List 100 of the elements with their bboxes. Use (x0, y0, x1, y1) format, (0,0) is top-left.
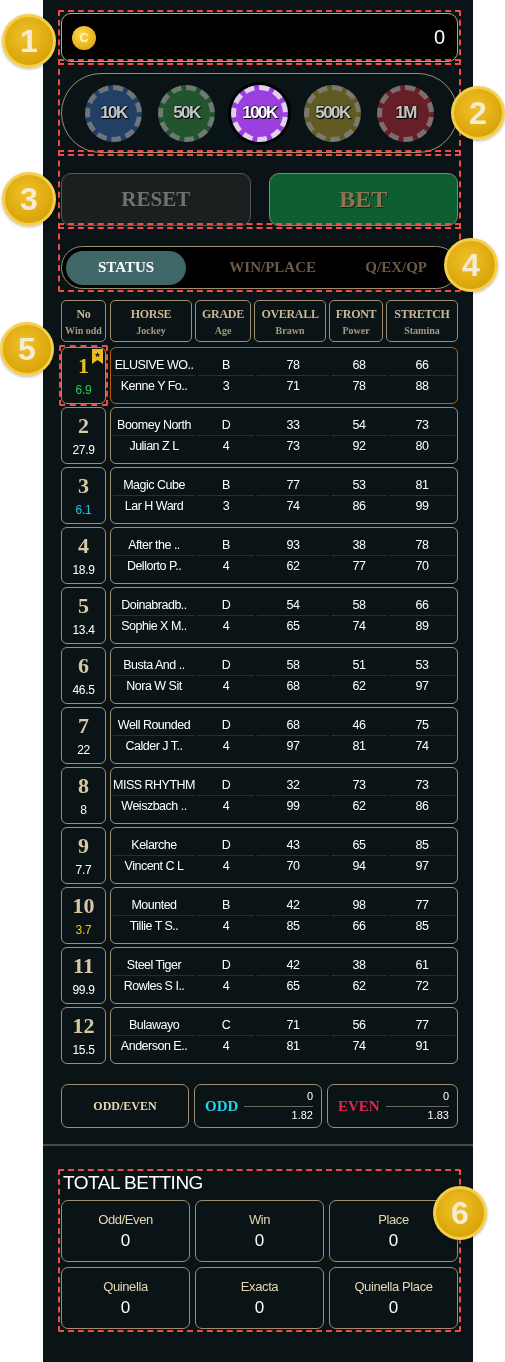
table-cell: 66 (389, 595, 455, 616)
number-cell[interactable]: 2 27.9 (61, 407, 106, 464)
number-cell[interactable]: 1 6.9 (61, 347, 106, 404)
number-cell[interactable]: 11 99.9 (61, 947, 106, 1004)
table-cell: 51 (332, 655, 386, 676)
table-cell: 77 (257, 475, 329, 496)
table-cell-text: 72 (414, 978, 430, 995)
horse-row[interactable]: MISS RHYTHM D 32 73 73 Weiszbach .. 4 99 62 86 (110, 767, 458, 824)
option-label: ODD (205, 1097, 239, 1115)
number-cell[interactable]: 8 8 (61, 767, 106, 824)
table-cell: 93 (257, 535, 329, 556)
tab[interactable]: STATUS (66, 250, 186, 285)
table-cell: 54 (332, 415, 386, 436)
number-cell[interactable]: 10 3.7 (61, 887, 106, 944)
table-cell-text: Anderson E.. (119, 1038, 189, 1055)
number-cell[interactable]: 6 46.5 (61, 647, 106, 704)
table-cell-text: 78 (351, 378, 367, 395)
table-cell: B (198, 535, 254, 556)
bet-option[interactable]: ODD 0 1.82 (194, 1084, 322, 1128)
table-cell-text: 99 (414, 498, 430, 515)
table-cell: 75 (389, 715, 455, 736)
number-cell[interactable]: 7 22 (61, 707, 106, 764)
table-cell-text: Vincent C L (123, 858, 185, 875)
chip-button[interactable]: 1M (377, 84, 434, 142)
chip-button[interactable]: 100K (231, 84, 288, 142)
table-cell-text: 86 (351, 498, 367, 515)
horse-number: 8 (78, 774, 89, 797)
horse-row[interactable]: Doinabradb.. D 54 58 66 Sophie X M.. 4 65 74 89 (110, 587, 458, 644)
column-header: GRADE Age (195, 300, 251, 342)
total-label: Quinella (103, 1278, 148, 1294)
table-cell-text: 4 (221, 858, 231, 875)
win-odd: 99.9 (72, 982, 95, 997)
horse-number: 1 (78, 354, 89, 377)
bookmark-icon (92, 349, 103, 364)
table-cell-text: 66 (351, 918, 367, 935)
table-cell: 61 (389, 955, 455, 976)
coin-icon: C (72, 25, 96, 50)
horse-number: 12 (72, 1014, 95, 1037)
table-cell: Well Rounded (113, 715, 195, 736)
number-cell[interactable]: 5 13.4 (61, 587, 106, 644)
table-cell: 73 (389, 415, 455, 436)
total-value: 0 (120, 1230, 131, 1251)
horse-row[interactable]: Kelarche D 43 65 85 Vincent C L 4 70 94 97 (110, 827, 458, 884)
table-cell-text: Lar H Ward (123, 498, 185, 515)
table-cell: 42 (257, 895, 329, 916)
callout-badge: 2 (451, 86, 505, 140)
number-cell[interactable]: 12 15.5 (61, 1007, 106, 1064)
bet-amount: 0 (442, 1090, 449, 1104)
chip-button[interactable]: 500K (304, 84, 361, 142)
horse-number: 11 (73, 954, 94, 977)
table-cell-text: Rowles S I.. (122, 978, 186, 995)
table-cell: 77 (389, 895, 455, 916)
table-cell-text: 3 (221, 498, 231, 515)
table-cell-text: 4 (221, 558, 231, 575)
table-cell-text: 65 (285, 618, 301, 635)
table-cell-text: 81 (285, 1038, 301, 1055)
table-cell: 43 (257, 835, 329, 856)
column-header: No Win odd (61, 300, 106, 342)
table-cell-text: Dellorto P.. (125, 558, 183, 575)
horse-row[interactable]: After the .. B 93 38 78 Dellorto P.. 4 62 77 70 (110, 527, 458, 584)
number-cell[interactable]: 4 18.9 (61, 527, 106, 584)
number-cell[interactable]: 9 7.7 (61, 827, 106, 884)
table-cell: 98 (332, 895, 386, 916)
total-label: Quinella Place (354, 1278, 433, 1294)
highlight-frame (59, 345, 108, 406)
horse-row[interactable]: ELUSIVE WO.. B 78 68 66 Kenne Y Fo.. 3 71 78 88 (110, 347, 458, 404)
table-cell: D (198, 415, 254, 436)
table-cell-text: 4 (221, 618, 231, 635)
chip-button[interactable]: 10K (85, 84, 142, 142)
horse-row[interactable]: Steel Tiger D 42 38 61 Rowles S I.. 4 65 62 72 (110, 947, 458, 1004)
table-cell: 58 (332, 595, 386, 616)
table-cell: 54 (257, 595, 329, 616)
table-cell-text: 92 (351, 438, 367, 455)
horse-row[interactable]: Boomey North D 33 54 73 Julian Z L 4 73 92 80 (110, 407, 458, 464)
table-cell-text: Sophie X M.. (120, 618, 188, 635)
table-cell: Boomey North (113, 415, 195, 436)
table-cell: 33 (257, 415, 329, 436)
bet-option[interactable]: EVEN 0 1.83 (327, 1084, 458, 1128)
table-cell: 85 (389, 835, 455, 856)
callout-badge: 1 (2, 14, 56, 68)
column-header: FRONT Power (329, 300, 383, 342)
table-cell-text: 91 (414, 1038, 430, 1055)
horse-row[interactable]: Busta And .. D 58 51 53 Nora W Sit 4 68 62 97 (110, 647, 458, 704)
table-cell-text: 77 (351, 558, 367, 575)
horse-row[interactable]: Mounted B 42 98 77 Tillie T S.. 4 85 66 85 (110, 887, 458, 944)
odds-value: 1.82 (291, 1108, 313, 1122)
callout-badge: 4 (444, 238, 498, 292)
table-cell-text: 74 (285, 498, 301, 515)
table-cell-text: 62 (351, 798, 367, 815)
chip-button[interactable]: 50K (158, 84, 215, 142)
table-cell: 32 (257, 775, 329, 796)
win-odd: 13.4 (72, 622, 95, 637)
horse-row[interactable]: Well Rounded D 68 46 75 Calder J T.. 4 97 81 74 (110, 707, 458, 764)
table-cell: 68 (332, 355, 386, 376)
horse-row[interactable]: Magic Cube B 77 53 81 Lar H Ward 3 74 86 99 (110, 467, 458, 524)
total-label: Win (248, 1211, 271, 1227)
horse-row[interactable]: Bulawayo C 71 56 77 Anderson E.. 4 81 74 91 (110, 1007, 458, 1064)
number-cell[interactable]: 3 6.1 (61, 467, 106, 524)
table-cell: 58 (257, 655, 329, 676)
table-cell: Doinabradb.. (113, 595, 195, 616)
